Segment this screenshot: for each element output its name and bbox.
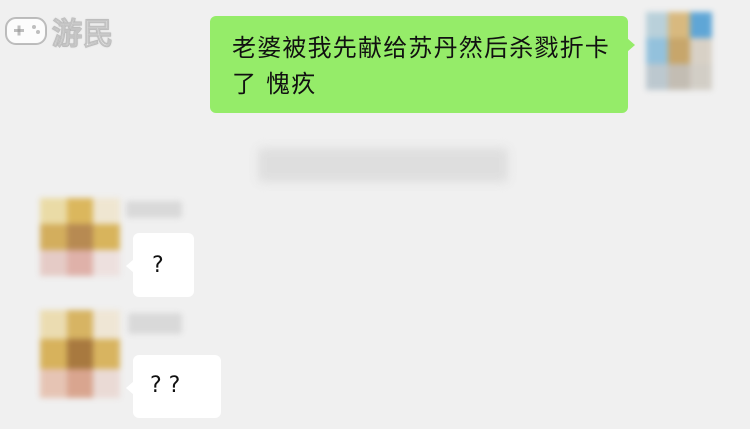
avatar-mosaic-cell <box>93 224 120 250</box>
avatar-mosaic-cell <box>668 38 690 64</box>
incoming-message-bubble[interactable]: ? ? <box>126 355 221 418</box>
watermark-logo: 游民 <box>4 12 114 53</box>
avatar-mosaic-cell <box>646 38 668 64</box>
avatar-mosaic-cell <box>668 12 690 38</box>
watermark-text: 游民 <box>52 17 114 53</box>
avatar-mosaic-cell <box>690 12 712 38</box>
avatar-mosaic-cell <box>690 64 712 90</box>
message-text: ? ? <box>150 373 181 398</box>
contact-avatar[interactable] <box>40 310 120 398</box>
avatar-mosaic-cell <box>66 250 94 276</box>
avatar-mosaic-cell <box>690 38 712 64</box>
avatar-mosaic-cell <box>40 198 67 224</box>
avatar-mosaic-cell <box>93 250 120 276</box>
contact-avatar[interactable] <box>40 198 120 276</box>
avatar-mosaic-cell <box>40 310 67 340</box>
self-avatar[interactable] <box>646 12 712 90</box>
avatar-mosaic-cell <box>93 198 120 224</box>
blurred-sender-name <box>126 201 182 218</box>
avatar-mosaic-cell <box>40 339 67 369</box>
avatar-mosaic-cell <box>40 368 67 398</box>
incoming-message-bubble[interactable]: ? <box>126 233 194 297</box>
avatar-mosaic-cell <box>66 368 94 398</box>
avatar-mosaic-cell <box>40 224 67 250</box>
avatar-mosaic-cell <box>93 310 120 340</box>
avatar-mosaic-cell <box>668 64 690 90</box>
avatar-mosaic-cell <box>93 368 120 398</box>
message-text: ? <box>152 253 164 278</box>
avatar-mosaic-cell <box>93 339 120 369</box>
outgoing-message-bubble[interactable]: 老婆被我先献给苏丹然后杀戮折卡了 愧疚 <box>210 16 635 113</box>
avatar-mosaic-cell <box>66 339 94 369</box>
avatar-mosaic-cell <box>66 224 94 250</box>
avatar-mosaic-cell <box>66 310 94 340</box>
message-text: 老婆被我先献给苏丹然后杀戮折卡了 愧疚 <box>232 34 610 98</box>
avatar-mosaic-cell <box>646 12 668 38</box>
blurred-sender-name <box>128 313 182 334</box>
chat-screen: 游民 老婆被我先献给苏丹然后杀戮折卡了 愧疚 ? ? ? <box>0 0 750 429</box>
avatar-mosaic-cell <box>66 198 94 224</box>
avatar-mosaic-cell <box>646 64 668 90</box>
blurred-timestamp <box>258 148 508 182</box>
avatar-mosaic-cell <box>40 250 67 276</box>
gamepad-icon <box>4 14 48 48</box>
